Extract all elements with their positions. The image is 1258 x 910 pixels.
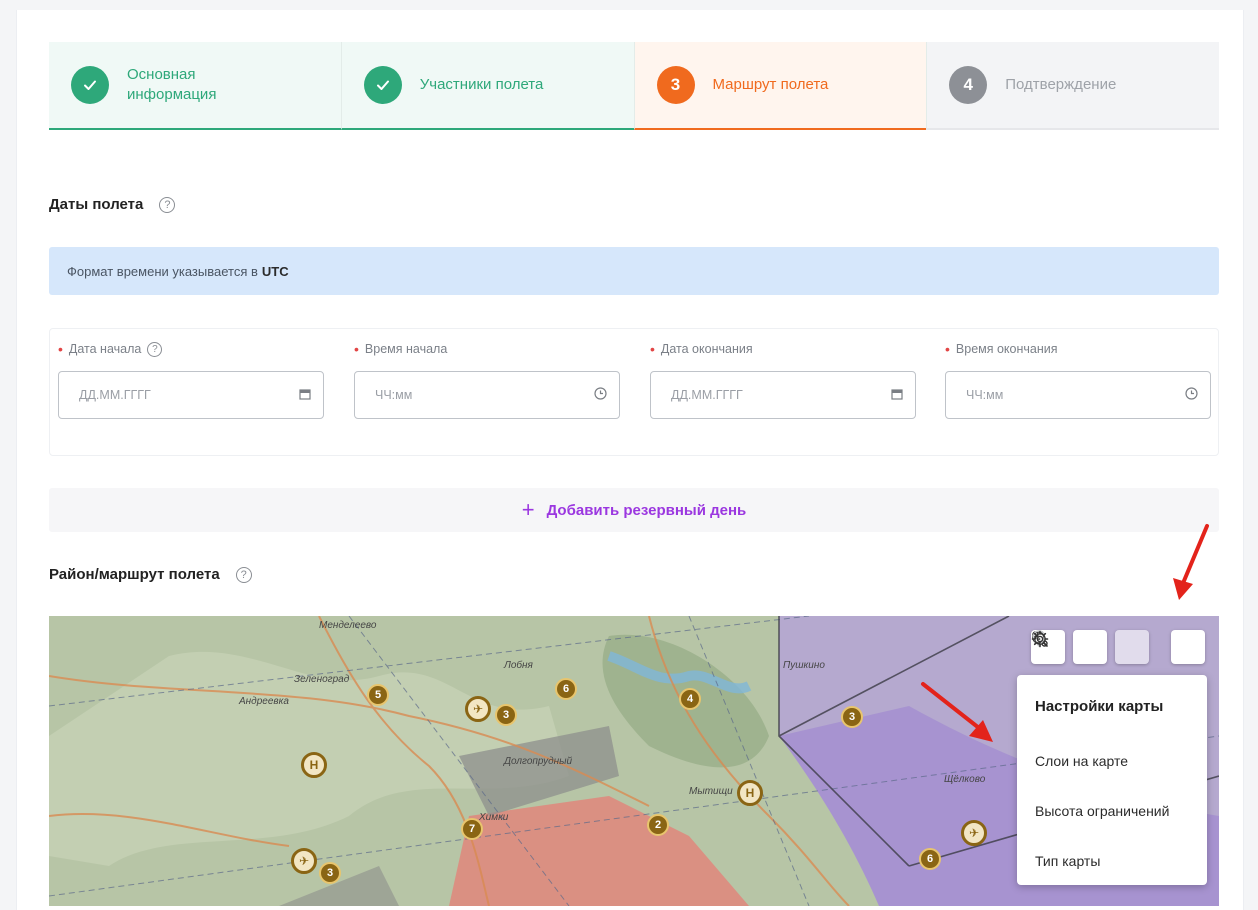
required-marker: •: [354, 341, 359, 357]
help-icon[interactable]: ?: [147, 341, 163, 357]
map-cluster-marker[interactable]: 3: [319, 862, 341, 884]
step-label: Основная информация: [127, 66, 217, 103]
step-basic-info[interactable]: Основная информация: [49, 42, 341, 130]
map-place-label: Менделеево: [319, 620, 377, 631]
field-label: • Время начала: [354, 339, 620, 359]
required-marker: •: [58, 341, 63, 357]
map-cluster-marker[interactable]: 5: [367, 684, 389, 706]
check-icon: [71, 66, 109, 104]
help-icon[interactable]: ?: [235, 566, 252, 583]
field-label: • Дата начала ?: [58, 339, 324, 359]
field-label: • Время окончания: [945, 339, 1211, 359]
add-reserve-day-button[interactable]: + Добавить резервный день: [49, 488, 1219, 532]
heliport-icon[interactable]: H: [301, 752, 327, 778]
placeholder: ДД.ММ.ГГГГ: [671, 388, 743, 402]
start-time-input[interactable]: ЧЧ:мм: [354, 371, 620, 419]
label-text: Время начала: [364, 342, 448, 356]
notice-text: Формат времени указывается в: [67, 263, 258, 279]
placeholder: ЧЧ:мм: [966, 388, 1004, 402]
map-cluster-marker[interactable]: 2: [647, 814, 669, 836]
notice-bold: UTC: [261, 263, 289, 279]
calendar-icon[interactable]: [891, 388, 903, 403]
map-place-label: Долгопрудный: [504, 756, 573, 767]
menu-item-restriction-height[interactable]: Высота ограничений: [1035, 803, 1169, 819]
map-settings-menu: Настройки карты Слои на карте Высота огр…: [1017, 675, 1207, 885]
step-route[interactable]: 3 Маршрут полета: [633, 42, 927, 130]
required-marker: •: [945, 341, 950, 357]
map-cluster-marker[interactable]: 6: [919, 848, 941, 870]
map-route-button[interactable]: [1032, 630, 1107, 664]
clock-icon[interactable]: [594, 387, 607, 403]
placeholder: ЧЧ:мм: [375, 388, 413, 402]
start-date-field: • Дата начала ? ДД.ММ.ГГГГ: [58, 339, 324, 419]
airport-icon[interactable]: ✈: [961, 820, 987, 846]
section-title-text: Район/маршрут полета: [49, 566, 220, 583]
map-place-label: Зеленоград: [294, 674, 350, 685]
map-place-label: Лобня: [504, 660, 533, 671]
map-cluster-marker[interactable]: 6: [555, 678, 577, 700]
required-marker: •: [650, 341, 655, 357]
check-icon: [363, 66, 402, 104]
heliport-icon[interactable]: H: [737, 780, 763, 806]
menu-title: Настройки карты: [1035, 698, 1164, 715]
step-number: 4: [949, 66, 988, 104]
route-section-title: Район/маршрут полета ?: [49, 566, 252, 583]
dates-fields-box: • Дата начала ? ДД.ММ.ГГГГ • Время начал…: [49, 328, 1219, 456]
field-label: • Дата окончания: [650, 339, 916, 359]
map-place-label: Химки: [479, 812, 509, 823]
airport-icon[interactable]: ✈: [291, 848, 317, 874]
map-cluster-marker[interactable]: 3: [495, 704, 517, 726]
end-time-field: • Время окончания ЧЧ:мм: [945, 339, 1211, 419]
map-place-label: Пушкино: [783, 660, 825, 671]
step-label: Участники полета: [419, 76, 544, 93]
menu-item-map-type[interactable]: Тип карты: [1035, 853, 1100, 869]
map-place-label: Мытищи: [689, 786, 733, 797]
dates-section-title: Даты полета ?: [49, 196, 176, 213]
map-place-label: Щёлково: [944, 774, 986, 785]
annotation-arrow-icon: [1173, 524, 1209, 600]
map-cluster-marker[interactable]: 3: [841, 706, 863, 728]
end-date-field: • Дата окончания ДД.ММ.ГГГГ: [650, 339, 916, 419]
start-time-field: • Время начала ЧЧ:мм: [354, 339, 620, 419]
section-title-text: Даты полета: [49, 196, 144, 213]
airport-icon[interactable]: ✈: [465, 696, 491, 722]
placeholder: ДД.ММ.ГГГГ: [79, 388, 151, 402]
end-time-input[interactable]: ЧЧ:мм: [945, 371, 1211, 419]
step-participants[interactable]: Участники полета: [340, 42, 634, 130]
step-confirmation[interactable]: 4 Подтверждение: [926, 42, 1219, 130]
plus-icon: +: [521, 497, 535, 522]
add-day-label: Добавить резервный день: [546, 501, 747, 519]
map-pin-button[interactable]: [1032, 630, 1149, 664]
label-text: Дата окончания: [660, 342, 753, 356]
map-settings-button[interactable]: [1031, 630, 1205, 664]
form-card: Основная информация Участники полета 3 М…: [16, 10, 1244, 910]
help-icon[interactable]: ?: [159, 196, 176, 213]
map-cluster-marker[interactable]: 4: [679, 688, 701, 710]
gear-icon: [1031, 630, 1049, 648]
step-label: Подтверждение: [1005, 76, 1117, 93]
label-text: Дата начала: [68, 342, 142, 356]
calendar-icon[interactable]: [299, 388, 311, 403]
annotation-arrow-icon: [921, 682, 993, 742]
start-date-input[interactable]: ДД.ММ.ГГГГ: [58, 371, 324, 419]
step-number: 3: [656, 66, 695, 104]
map-cluster-marker[interactable]: 7: [461, 818, 483, 840]
label-text: Время окончания: [955, 342, 1058, 356]
menu-item-layers[interactable]: Слои на карте: [1035, 753, 1128, 769]
stepper: Основная информация Участники полета 3 М…: [49, 42, 1219, 130]
clock-icon[interactable]: [1185, 387, 1198, 403]
flight-map[interactable]: Зеленоград Андреевка Пушкино Долгопрудны…: [49, 616, 1219, 906]
map-place-label: Андреевка: [239, 696, 289, 707]
map-toolbar: [1031, 630, 1205, 664]
end-date-input[interactable]: ДД.ММ.ГГГГ: [650, 371, 916, 419]
utc-notice: Формат времени указывается в UTC: [49, 247, 1219, 295]
step-label: Маршрут полета: [712, 76, 829, 93]
